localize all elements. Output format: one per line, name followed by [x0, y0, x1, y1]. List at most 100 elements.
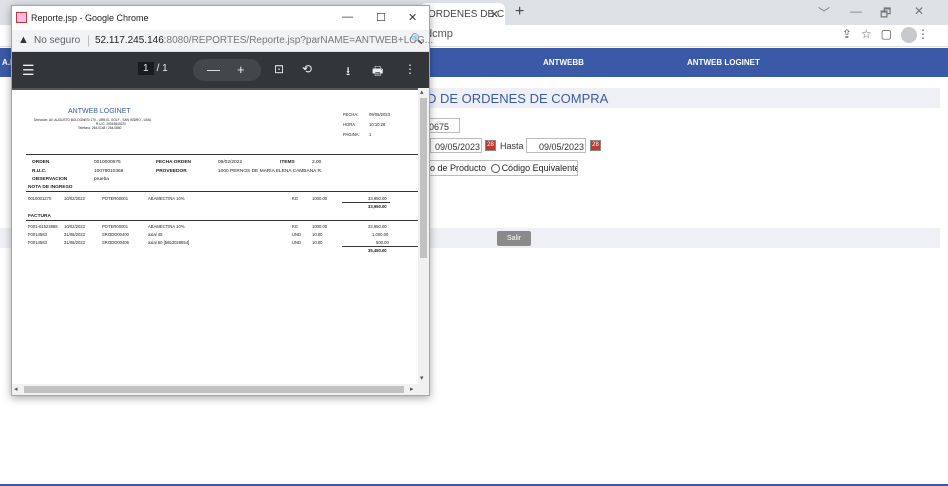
- zoom-icon[interactable]: 🔍: [411, 34, 423, 45]
- orden-value: 0010000675: [94, 160, 121, 165]
- factura-doc: F0014563: [28, 240, 47, 245]
- page-total: / 1: [156, 63, 168, 74]
- zoom-in-button[interactable]: +: [237, 62, 245, 77]
- popup-minimize-button[interactable]: —: [342, 11, 353, 23]
- warning-icon[interactable]: ▲: [18, 34, 29, 46]
- close-window-button[interactable]: ✕: [914, 4, 924, 18]
- nota-doc: 0010001270: [28, 196, 52, 201]
- share-icon[interactable]: ⇪: [842, 27, 861, 41]
- factura-qty: 10.00: [312, 232, 323, 237]
- date-to-field[interactable]: 09/05/2023: [526, 138, 586, 153]
- security-label[interactable]: No seguro: [34, 35, 80, 46]
- fit-page-icon[interactable]: ⊡: [274, 62, 284, 76]
- hora-label: HORA:: [343, 122, 357, 127]
- page-current-input[interactable]: 1: [138, 62, 154, 75]
- factura-date: 31/08/2022: [64, 232, 85, 237]
- header-rule: [26, 154, 418, 155]
- horizontal-scrollbar[interactable]: ◂ ▸: [12, 384, 429, 395]
- salir-button[interactable]: Salir: [497, 231, 531, 246]
- popup-address-bar[interactable]: ▲ No seguro | 52.117.245.146:8080/REPORT…: [12, 30, 433, 52]
- new-tab-button[interactable]: +: [515, 3, 524, 21]
- observacion-label: OBSERVACION: [32, 177, 68, 182]
- hasta-label: Hasta: [500, 141, 524, 151]
- proveedor-label: PROVEEDOR: [156, 169, 187, 174]
- pdf-toolbar: ☰ 1/ 1 — + ⊡ ⟲ ⭳ 🖶 ⋮: [12, 52, 429, 88]
- proveedor-value: 1000 PERNOS DE MARIA ELENA CAMBANA R.: [218, 169, 323, 174]
- factura-unit: UND: [292, 232, 302, 237]
- address-separator: |: [87, 33, 91, 47]
- pdf-menu-icon[interactable]: ☰: [22, 62, 35, 79]
- popup-maximize-button[interactable]: ☐: [376, 11, 386, 24]
- radio-equivalent-label: Código Equivalente: [501, 163, 578, 173]
- factura-doc: F0014563: [28, 232, 47, 237]
- vertical-scroll-thumb[interactable]: [420, 98, 427, 258]
- pdf-more-icon[interactable]: ⋮: [404, 62, 416, 76]
- profile-avatar-icon[interactable]: [901, 27, 917, 43]
- factura-date: 31/08/2022: [64, 240, 85, 245]
- nota-qty: 1000.00: [312, 196, 328, 201]
- minimize-button[interactable]: —: [850, 4, 862, 18]
- popup-title-bar: Reporte.jsp - Google Chrome — ☐ ✕: [12, 6, 429, 30]
- popup-close-button[interactable]: ✕: [408, 11, 417, 24]
- horizontal-scroll-thumb[interactable]: [24, 386, 404, 393]
- nota-total-rule: [342, 202, 390, 203]
- scroll-left-icon[interactable]: ◂: [14, 385, 18, 393]
- date-from-field[interactable]: 09/05/2023: [430, 138, 482, 153]
- restore-button[interactable]: 🗗: [880, 4, 891, 25]
- nota-rule: [26, 191, 418, 192]
- observacion-value: prueba: [94, 177, 109, 182]
- fecha-label: FECHA:: [343, 112, 359, 117]
- download-icon[interactable]: ⭳: [346, 62, 350, 83]
- radio-product-label: go de Producto: [425, 163, 487, 173]
- vertical-scrollbar[interactable]: ▴ ▾: [418, 88, 429, 384]
- side-panel-icon[interactable]: ▢: [881, 27, 901, 41]
- calendar-from-icon[interactable]: 28: [485, 140, 496, 151]
- factura-total: 35,450.00: [368, 248, 387, 253]
- tab-close-icon[interactable]: ✕: [490, 8, 499, 21]
- page-indicator: 1/ 1: [138, 62, 168, 75]
- factura-title: FACTURA: [28, 214, 51, 219]
- zoom-out-button[interactable]: —: [207, 62, 220, 77]
- calendar-to-icon[interactable]: 28: [590, 140, 601, 151]
- fecha-orden-value: 09/02/2022: [218, 160, 243, 165]
- factura-amount: 500.00: [376, 240, 389, 245]
- factura-code: SRODO00406: [102, 240, 129, 245]
- scroll-right-icon[interactable]: ▸: [410, 385, 414, 393]
- report-phone: Teléfono: 264-0148 / 264-0860: [78, 126, 122, 130]
- popup-url[interactable]: 52.117.245.146:8080/REPORTES/Reporte.jsp…: [95, 35, 433, 46]
- popup-title: Reporte.jsp - Google Chrome: [31, 13, 149, 23]
- tab-search-icon[interactable]: ﹀: [818, 4, 830, 21]
- nota-unit: KG: [292, 196, 299, 201]
- rotate-icon[interactable]: ⟲: [302, 62, 312, 76]
- tab-ordenes[interactable]: ORDENES DE C ✕: [420, 3, 505, 25]
- factura-qty: 10.00: [312, 240, 323, 245]
- menu-dots-icon[interactable]: ⋮: [917, 27, 938, 41]
- bookmark-star-icon[interactable]: ☆: [861, 27, 881, 41]
- items-value: 2.00: [312, 160, 322, 165]
- report-popup-window: Reporte.jsp - Google Chrome — ☐ ✕ ▲ No s…: [11, 5, 433, 396]
- nota-amount: 33,950.00: [368, 196, 387, 201]
- scroll-up-icon[interactable]: ▴: [420, 88, 424, 96]
- url-path: :8080/REPORTES/Reporte.jsp?parNAME=ANTWE…: [163, 35, 434, 46]
- factura-qty: 1000.00: [312, 224, 328, 229]
- nota-desc: ABAMECTINA 10%: [148, 196, 185, 201]
- factura-unit: UND: [292, 240, 302, 245]
- radio-equivalent[interactable]: [490, 164, 500, 174]
- items-label: ITEMS: [280, 160, 295, 165]
- nav-item-antweb-loginet[interactable]: ANTWEB LOGINET: [687, 58, 760, 67]
- hora-value: 10:10:28: [369, 122, 386, 127]
- pagina-label: PAGINA:: [343, 132, 360, 137]
- scroll-down-icon[interactable]: ▾: [420, 374, 424, 382]
- nav-item-antwebb[interactable]: ANTWEBB: [543, 58, 584, 67]
- orden-label: ORDEN: [32, 160, 50, 165]
- factura-date: 10/02/2022: [64, 224, 85, 229]
- page-title: D DE ORDENES DE COMPRA: [425, 88, 940, 108]
- factura-desc: ABAMECTINA 10%: [148, 224, 185, 229]
- print-icon[interactable]: 🖶: [372, 62, 383, 83]
- factura-rule: [26, 220, 418, 221]
- pagina-value: 1: [369, 132, 372, 137]
- report-page: ANTWEB LOGINET Dirección: AV. AUGUSTO BO…: [12, 90, 418, 384]
- report-favicon-icon: [16, 12, 27, 23]
- zoom-control: — +: [193, 59, 261, 81]
- factura-doc: F001-01523888: [28, 224, 58, 229]
